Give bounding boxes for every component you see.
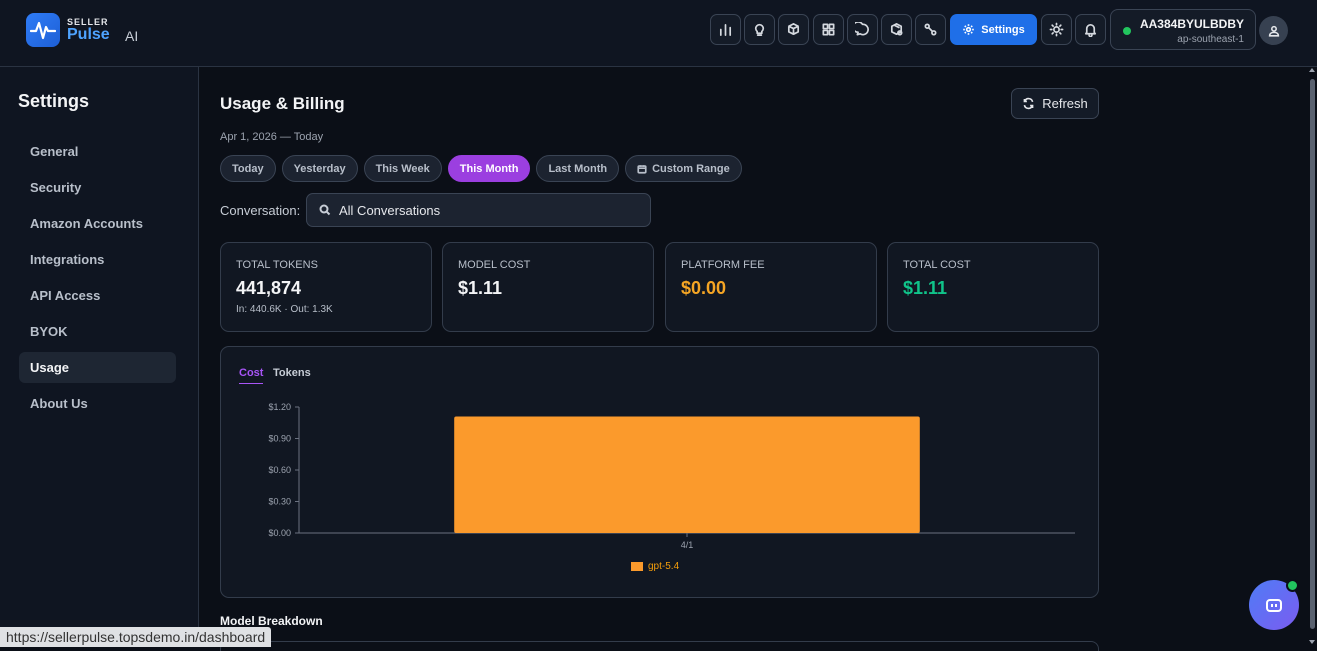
top-header: SELLER Pulse AI Settings AA384BYULBDBY a…	[0, 0, 1317, 67]
sidebar-item-integrations[interactable]: Integrations	[19, 244, 176, 275]
y-tick-label: $1.20	[268, 402, 291, 412]
account-id: AA384BYULBDBY	[1139, 17, 1244, 31]
x-tick-label: 4/1	[681, 540, 694, 550]
range-custom-label: Custom Range	[652, 162, 730, 175]
range-custom[interactable]: Custom Range	[625, 155, 742, 182]
model-cost-card: MODEL COST $1.11	[442, 242, 654, 332]
scroll-thumb[interactable]	[1310, 79, 1315, 629]
card-subtext: In: 440.6K · Out: 1.3K	[236, 304, 333, 315]
conversation-select[interactable]: All Conversations	[306, 193, 651, 227]
grid-icon[interactable]	[813, 14, 844, 45]
card-label: MODEL COST	[458, 259, 531, 271]
range-this-week[interactable]: This Week	[363, 155, 442, 182]
model-breakdown-table	[220, 641, 1099, 651]
workflow-icon[interactable]	[915, 14, 946, 45]
date-range-text: Apr 1, 2026 — Today	[220, 131, 324, 143]
bar-gpt-5-4	[454, 416, 920, 533]
sun-icon[interactable]	[1041, 14, 1072, 45]
brand-suffix: AI	[125, 28, 139, 44]
conversation-label: Conversation:	[220, 203, 301, 218]
card-value: 441,874	[236, 278, 302, 298]
sidebar-item-general[interactable]: General	[19, 136, 176, 167]
user-icon[interactable]	[1259, 16, 1288, 45]
online-indicator	[1286, 579, 1299, 592]
y-tick-label: $0.00	[268, 528, 291, 538]
y-tick-label: $0.60	[268, 465, 291, 475]
settings-button[interactable]: Settings	[950, 14, 1037, 45]
status-bar-url: https://sellerpulse.topsdemo.in/dashboar…	[0, 627, 272, 647]
scroll-up-arrow[interactable]	[1309, 68, 1315, 72]
sidebar-item-security[interactable]: Security	[19, 172, 176, 203]
package-icon[interactable]	[881, 14, 912, 45]
legend-label: gpt-5.4	[648, 561, 680, 572]
bar-chart-icon[interactable]	[710, 14, 741, 45]
total-cost-card: TOTAL COST $1.11	[887, 242, 1099, 332]
scroll-down-arrow[interactable]	[1309, 640, 1315, 644]
range-last-month[interactable]: Last Month	[536, 155, 620, 182]
model-breakdown-title: Model Breakdown	[220, 614, 323, 628]
account-switcher[interactable]: AA384BYULBDBY ap-southeast-1	[1110, 9, 1256, 50]
y-tick-label: $0.90	[268, 434, 291, 444]
page-scrollbar[interactable]	[1308, 67, 1317, 647]
usage-chart-card: Cost Tokens $0.00 $0.30 $0.60 $0.90 $1.20 4/1…	[220, 346, 1099, 598]
chart-legend: gpt-5.4	[631, 561, 679, 572]
sidebar-item-usage[interactable]: Usage	[19, 352, 176, 383]
sidebar-title: Settings	[18, 91, 90, 111]
refresh-button[interactable]: Refresh	[1011, 88, 1099, 119]
main-content: Usage & Billing Refresh Apr 1, 2026 — To…	[200, 67, 1308, 651]
platform-fee-card: PLATFORM FEE $0.00	[665, 242, 877, 332]
card-label: TOTAL TOKENS	[236, 259, 318, 271]
status-dot	[1123, 27, 1131, 35]
sidebar-item-about-us[interactable]: About Us	[19, 388, 176, 419]
card-value: $1.11	[903, 278, 948, 298]
sidebar-item-byok[interactable]: BYOK	[19, 316, 176, 347]
calendar-icon	[637, 164, 647, 174]
legend-swatch	[631, 562, 643, 571]
total-tokens-card: TOTAL TOKENS 441,874 In: 440.6K · Out: 1…	[220, 242, 432, 332]
settings-sidebar: Settings General Security Amazon Account…	[0, 67, 199, 647]
box-icon[interactable]	[778, 14, 809, 45]
y-tick-label: $0.30	[268, 497, 291, 507]
bell-icon[interactable]	[1075, 14, 1106, 45]
card-label: TOTAL COST	[903, 259, 971, 271]
range-this-month[interactable]: This Month	[447, 155, 531, 182]
search-icon	[319, 204, 331, 216]
refresh-icon	[1023, 97, 1034, 110]
bot-icon	[1266, 599, 1282, 612]
pulse-logo-icon[interactable]	[26, 13, 60, 47]
sidebar-item-api-access[interactable]: API Access	[19, 280, 176, 311]
sidebar-item-amazon-accounts[interactable]: Amazon Accounts	[19, 208, 176, 239]
lightbulb-icon[interactable]	[744, 14, 775, 45]
refresh-label: Refresh	[1042, 96, 1088, 111]
conversation-value: All Conversations	[339, 202, 441, 218]
range-yesterday[interactable]: Yesterday	[281, 155, 358, 182]
account-region: ap-southeast-1	[1177, 34, 1244, 45]
brand-name: Pulse	[67, 26, 110, 43]
card-value: $0.00	[681, 278, 727, 298]
range-filter: Today Yesterday This Week This Month Las…	[220, 155, 742, 182]
card-label: PLATFORM FEE	[681, 259, 765, 271]
gear-icon	[963, 24, 975, 35]
page-title: Usage & Billing	[220, 94, 345, 113]
card-value: $1.11	[458, 278, 503, 298]
settings-label: Settings	[981, 23, 1025, 36]
range-today[interactable]: Today	[220, 155, 276, 182]
cost-bar-chart: $0.00 $0.30 $0.60 $0.90 $1.20 4/1	[268, 402, 1075, 550]
chat-icon[interactable]	[847, 14, 878, 45]
